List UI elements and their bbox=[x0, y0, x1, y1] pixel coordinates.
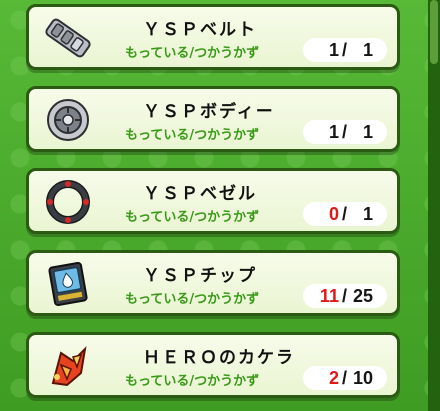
count-separator: / bbox=[341, 285, 347, 306]
count-separator: / bbox=[341, 367, 347, 388]
required-count: 1 bbox=[362, 39, 373, 60]
owned-count: 0 bbox=[328, 203, 339, 224]
count-separator: / bbox=[341, 39, 347, 60]
bezel-ring-icon bbox=[43, 179, 93, 225]
owned-count: 1 bbox=[328, 39, 339, 60]
item-name: ＹＳＰベルト bbox=[143, 20, 257, 40]
item-name: ＹＳＰチップ bbox=[143, 266, 257, 286]
owned-required-caption: もっている/つかうかず bbox=[125, 210, 260, 225]
count-separator: / bbox=[341, 203, 347, 224]
item-name: ＹＳＰボディー bbox=[143, 102, 275, 122]
scrollbar-thumb[interactable] bbox=[430, 0, 438, 64]
item-name: ＹＳＰベゼル bbox=[143, 184, 257, 204]
owned-required-caption: もっている/つかうかず bbox=[125, 46, 260, 61]
count-box: 0/ 1 bbox=[303, 202, 387, 226]
material-card-belt[interactable]: ＹＳＰベルト もっている/つかうかず 1/1 bbox=[26, 4, 400, 70]
chip-card-icon bbox=[43, 261, 93, 307]
material-card-chip[interactable]: ＹＳＰチップ もっている/つかうかず 11/25 bbox=[26, 250, 400, 316]
owned-required-caption: もっている/つかうかず bbox=[125, 128, 260, 143]
count-separator: / bbox=[341, 121, 347, 142]
count-box: 11/25 bbox=[303, 284, 387, 308]
material-card-hero-fragment[interactable]: ＨＥＲＯのカケラ もっている/つかうかず 2/10 bbox=[26, 332, 400, 398]
owned-count: 2 bbox=[328, 367, 339, 388]
count-box: 1/1 bbox=[303, 120, 387, 144]
owned-count: 1 bbox=[328, 121, 339, 142]
belt-icon bbox=[43, 15, 93, 61]
owned-required-caption: もっている/つかうかず bbox=[125, 292, 260, 307]
hero-fragment-icon bbox=[43, 343, 93, 389]
material-card-bezel[interactable]: ＹＳＰベゼル もっている/つかうかず 0/ 1 bbox=[26, 168, 400, 234]
material-card-body[interactable]: ＹＳＰボディー もっている/つかうかず 1/1 bbox=[26, 86, 400, 152]
owned-count: 11 bbox=[319, 285, 339, 306]
required-count: 1 bbox=[362, 121, 373, 142]
count-box: 1/1 bbox=[303, 38, 387, 62]
required-count: 1 bbox=[362, 203, 373, 224]
required-count: 25 bbox=[352, 285, 373, 306]
body-disc-icon bbox=[43, 97, 93, 143]
required-count: 10 bbox=[352, 367, 373, 388]
item-name: ＨＥＲＯのカケラ bbox=[143, 348, 295, 368]
owned-required-caption: もっている/つかうかず bbox=[125, 374, 260, 389]
material-list: ＹＳＰベルト もっている/つかうかず 1/1 ＹＳＰボディー もっている/つかう… bbox=[0, 0, 440, 411]
scrollbar[interactable] bbox=[428, 0, 440, 411]
count-box: 2/10 bbox=[303, 366, 387, 390]
